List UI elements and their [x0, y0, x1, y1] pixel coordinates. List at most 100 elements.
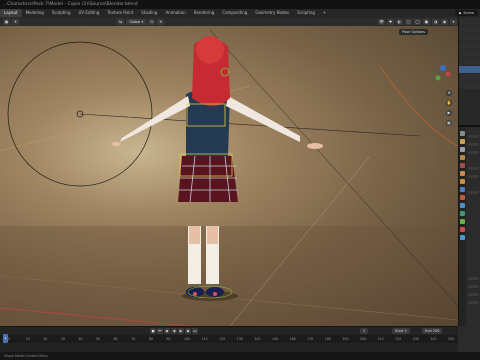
tab-rendering[interactable]: Rendering	[190, 9, 218, 17]
tab-animation[interactable]: Animation	[161, 9, 189, 17]
prev-keyframe-icon[interactable]: ◆	[164, 328, 170, 334]
overlay-toggle-icon[interactable]: ◐	[396, 18, 403, 25]
pose-mode-icon[interactable]: ✦	[12, 18, 19, 25]
property-field[interactable]	[468, 151, 479, 154]
next-keyframe-icon[interactable]: ◆	[185, 328, 191, 334]
pose-options-dropdown[interactable]: Pose Options	[399, 29, 428, 35]
scene-label: Scene	[463, 11, 474, 15]
tab-scripting[interactable]: Scripting	[293, 9, 319, 17]
viewport-header: ▣ ✦ ⇆ Global ▾ ⊙ ⌖ 👁 ✚ ◐ ▢ ◯ ● ◑ ◉ ▾	[0, 17, 458, 26]
timeline-tick-label: 250	[448, 337, 455, 341]
shading-rendered-icon[interactable]: ◉	[441, 18, 448, 25]
outliner-row[interactable]	[459, 18, 480, 25]
texture-tab-icon[interactable]	[460, 235, 465, 240]
physics-tab-icon[interactable]	[460, 203, 465, 208]
shading-material-icon[interactable]: ◑	[432, 18, 439, 25]
property-field[interactable]	[468, 175, 479, 178]
timeline-ruler[interactable]: 0 10 20 30 40 50 60 70 80 90 100 110 120 130 140 150 160…	[0, 335, 458, 343]
constraints-tab-icon[interactable]	[460, 211, 465, 216]
property-field[interactable]	[468, 167, 479, 170]
navigation-gizmo[interactable]	[435, 65, 451, 81]
property-field[interactable]	[468, 191, 479, 194]
3d-viewport[interactable]: Pose Options ⊕ ✋ ▶ ▦	[0, 26, 458, 326]
timeline-tick-label: 60	[113, 337, 118, 341]
shading-options-icon[interactable]: ▾	[450, 18, 457, 25]
material-tab-icon[interactable]	[460, 227, 465, 232]
timeline-tick-label: 20	[43, 337, 48, 341]
data-tab-icon[interactable]	[460, 219, 465, 224]
outliner-row[interactable]	[459, 74, 480, 81]
tab-shading[interactable]: Shading	[137, 9, 161, 17]
timeline-tick-label: 110	[201, 337, 208, 341]
timeline-tick-label: 200	[360, 337, 367, 341]
timeline-tick-label: 40	[78, 337, 83, 341]
right-arm	[226, 96, 300, 142]
property-field[interactable]	[468, 293, 479, 296]
pivot-icon[interactable]: ⊙	[148, 18, 156, 25]
tab-modeling[interactable]: Modeling	[22, 9, 48, 17]
outliner-row[interactable]	[459, 50, 480, 57]
gizmo-toggle-icon[interactable]: ✚	[387, 18, 394, 25]
gizmo-z-axis[interactable]	[440, 65, 446, 71]
zoom-icon[interactable]: ⊕	[446, 90, 452, 96]
end-label: End	[425, 329, 432, 333]
tool-tab-icon[interactable]	[460, 131, 465, 136]
jump-end-icon[interactable]: ⏭	[192, 328, 198, 334]
property-field[interactable]	[468, 143, 479, 146]
timeline-playhead[interactable]: 1	[3, 334, 8, 343]
modifier-tab-icon[interactable]	[460, 187, 465, 192]
timeline-tick-label: 190	[342, 337, 349, 341]
gizmo-x-axis[interactable]	[445, 71, 451, 77]
visibility-icon[interactable]: 👁	[378, 18, 385, 25]
outliner-row[interactable]	[459, 42, 480, 49]
camera-view-icon[interactable]: ▶	[446, 110, 452, 116]
outliner-row[interactable]	[459, 34, 480, 41]
transform-orientation-icon[interactable]: ⇆	[117, 18, 125, 25]
add-workspace-button[interactable]: +	[319, 9, 330, 17]
tab-texture-paint[interactable]: Texture Paint	[103, 9, 137, 17]
outliner-row[interactable]	[459, 58, 480, 65]
status-bar: Shape Model Context Menu	[0, 352, 480, 360]
outliner-row-selected[interactable]	[459, 66, 480, 73]
perspective-toggle-icon[interactable]: ▦	[446, 120, 452, 126]
tab-uv-editing[interactable]: UV Editing	[75, 9, 104, 17]
play-icon[interactable]: ▶	[178, 328, 184, 334]
editor-type-icon[interactable]: ▣	[3, 18, 10, 25]
right-thigh	[207, 226, 218, 244]
snap-icon[interactable]: ⌖	[157, 18, 165, 25]
tab-compositing[interactable]: Compositing	[218, 9, 251, 17]
property-field[interactable]	[468, 301, 479, 304]
play-reverse-icon[interactable]: ◀	[171, 328, 177, 334]
outliner-row[interactable]	[459, 82, 480, 89]
outliner-row[interactable]	[459, 26, 480, 33]
world-tab-icon[interactable]	[460, 171, 465, 176]
property-field[interactable]	[468, 277, 479, 280]
tab-geometry-nodes[interactable]: Geometry Nodes	[251, 9, 293, 17]
output-tab-icon[interactable]	[460, 147, 465, 152]
timeline-tick-label: 70	[131, 337, 136, 341]
view-layer-tab-icon[interactable]	[460, 155, 465, 160]
end-frame-field[interactable]: End 250	[422, 328, 443, 334]
current-frame-field[interactable]: 1	[360, 328, 369, 334]
object-tab-icon[interactable]	[460, 179, 465, 184]
transform-orientation-dropdown[interactable]: Global ▾	[126, 18, 147, 25]
shading-solid-icon[interactable]: ●	[423, 18, 430, 25]
particles-tab-icon[interactable]	[460, 195, 465, 200]
tab-layout[interactable]: Layout	[0, 9, 22, 17]
timeline-tick-label: 120	[219, 337, 226, 341]
timeline: ● ⏮ ◆ ◀ ▶ ◆ ⏭ 1 Start 1 End 250 0 10 20 30 4…	[0, 326, 458, 352]
start-frame-field[interactable]: Start 1	[392, 328, 410, 334]
pan-hand-icon[interactable]: ✋	[446, 100, 452, 106]
property-field[interactable]	[468, 135, 479, 138]
gizmo-y-axis[interactable]	[435, 75, 441, 81]
jump-start-icon[interactable]: ⏮	[157, 328, 163, 334]
render-tab-icon[interactable]	[460, 139, 465, 144]
tab-sculpting[interactable]: Sculpting	[48, 9, 75, 17]
scene-tab-icon[interactable]	[460, 163, 465, 168]
property-field[interactable]	[468, 285, 479, 288]
record-icon[interactable]: ●	[150, 328, 156, 334]
scene-selector[interactable]: ◆ Scene	[454, 10, 478, 16]
shading-wireframe-icon[interactable]: ◯	[414, 18, 421, 25]
timeline-tick-label: 50	[96, 337, 101, 341]
xray-icon[interactable]: ▢	[405, 18, 412, 25]
